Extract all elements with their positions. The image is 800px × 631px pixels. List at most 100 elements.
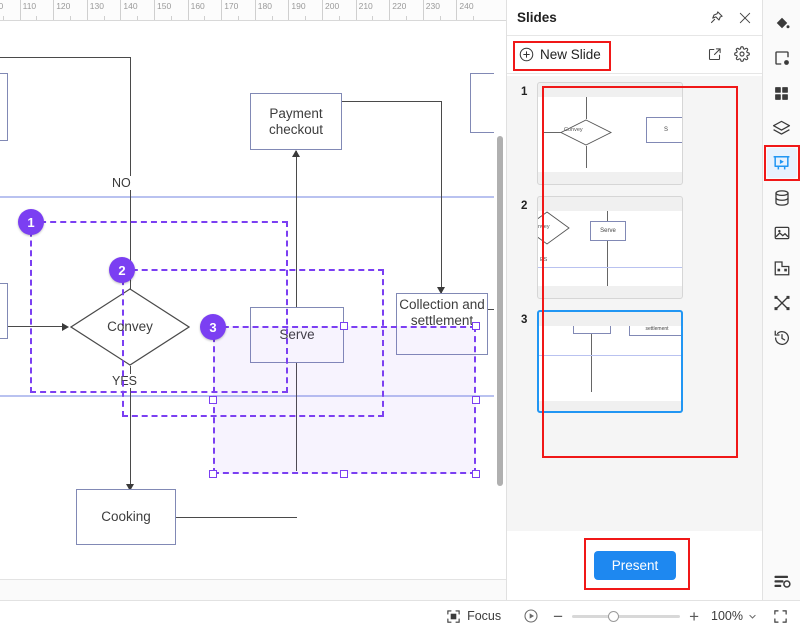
preview-node: S — [646, 117, 682, 143]
scrollbar-thumb[interactable] — [497, 136, 503, 486]
thumbnail-3[interactable]: settlement — [537, 310, 683, 413]
history-icon[interactable] — [767, 323, 797, 353]
selection-handle-n[interactable] — [340, 322, 348, 330]
thumbnail-number: 2 — [521, 200, 528, 212]
preview-node-label: Serve — [600, 228, 616, 234]
zoom-level-dropdown[interactable]: 100% — [711, 609, 757, 623]
zoom-in-button[interactable]: + — [689, 608, 699, 625]
ruler-minor-tick — [238, 16, 239, 20]
edge-label-no: NO — [110, 176, 133, 190]
focus-label: Focus — [467, 609, 502, 623]
ruler-minor-tick — [439, 16, 441, 20]
slide-thumbnail-item[interactable]: 3 settlement — [507, 299, 763, 413]
presentation-icon[interactable] — [763, 145, 800, 181]
ruler-minor-tick — [204, 16, 206, 20]
list-settings-icon[interactable] — [767, 566, 797, 596]
present-button[interactable]: Present — [593, 551, 677, 580]
selection-handle-w[interactable] — [209, 396, 217, 404]
selection-badge-1[interactable]: 1 — [18, 209, 44, 235]
selection-handle-s[interactable] — [340, 470, 348, 478]
ruler-tick: 240 — [456, 0, 474, 20]
ruler-minor-tick — [2, 16, 4, 20]
arrowhead-payment — [292, 150, 300, 157]
ruler-minor-tick — [103, 16, 105, 20]
preview-label: nvey — [538, 224, 550, 230]
ruler-minor-tick — [305, 16, 307, 20]
preview-edge — [607, 211, 608, 221]
slide-thumbnail-item[interactable]: 1 Convey S — [507, 76, 763, 185]
slide-thumbnail-item[interactable]: 2 nvey ES Serve — [507, 185, 763, 299]
ruler-minor-tick — [36, 16, 38, 20]
canvas-vertical-scrollbar[interactable] — [494, 21, 506, 579]
diagram-canvas[interactable]: NO Payment checkout Convey YES Serve Col… — [0, 21, 494, 579]
building-icon[interactable] — [767, 253, 797, 283]
edge-top-horizontal — [0, 57, 131, 58]
slides-panel-header: Slides — [507, 0, 762, 36]
diagram-canvas-area[interactable]: 1001101201301401501601701801902002102202… — [0, 0, 506, 600]
node-partial-left[interactable] — [0, 283, 8, 339]
preview-edge — [586, 146, 587, 168]
pin-icon[interactable] — [709, 10, 724, 25]
app-root: 1001101201301401501601701801902002102202… — [0, 0, 800, 631]
ruler-tick: 130 — [86, 0, 104, 20]
preview-edge — [543, 132, 561, 133]
layers-icon[interactable] — [767, 113, 797, 143]
preview-node-label: settlement — [645, 326, 669, 332]
selection-handle-ne[interactable] — [472, 322, 480, 330]
preview-node: Serve — [590, 221, 626, 241]
preview-guide — [539, 355, 681, 356]
ruler-minor-tick — [338, 16, 340, 20]
close-icon[interactable] — [738, 11, 752, 25]
fill-color-icon[interactable] — [767, 8, 797, 38]
thumbnail-1[interactable]: Convey S — [537, 82, 683, 185]
insert-shape-icon[interactable] — [767, 43, 797, 73]
ruler-minor-tick — [473, 16, 475, 20]
selection-badge-3[interactable]: 3 — [200, 314, 226, 340]
node-label: Convey — [107, 319, 153, 334]
node-cooking[interactable]: Cooking — [76, 489, 176, 545]
plus-circle-icon — [519, 47, 534, 62]
ruler-minor-tick — [170, 16, 172, 20]
horizontal-ruler[interactable]: 1001101201301401501601701801902002102202… — [0, 0, 506, 21]
new-slide-button[interactable]: New Slide — [519, 47, 601, 62]
preview-node — [573, 326, 611, 334]
thumbnail-number: 1 — [521, 86, 528, 98]
ruler-tick: 150 — [154, 0, 171, 20]
play-button[interactable] — [523, 608, 539, 624]
zoom-controls[interactable]: − + — [553, 608, 699, 625]
panel-title: Slides — [517, 10, 557, 25]
node-payment-checkout[interactable]: Payment checkout — [250, 93, 342, 150]
ruler-tick: 160 — [187, 0, 205, 20]
database-icon[interactable] — [767, 183, 797, 213]
node-partial-topright[interactable] — [470, 73, 494, 133]
ruler-tick: 110 — [19, 0, 36, 20]
ruler-tick: 120 — [53, 0, 70, 20]
ruler-tick: 170 — [221, 0, 238, 20]
zoom-out-button[interactable]: − — [553, 608, 563, 625]
zoom-slider[interactable] — [572, 610, 681, 622]
export-icon[interactable] — [707, 47, 722, 62]
guide-line-top — [0, 196, 494, 198]
selection-handle-e[interactable] — [472, 396, 480, 404]
edge-payment-to-collection-v — [441, 101, 442, 293]
image-icon[interactable] — [767, 218, 797, 248]
components-icon[interactable] — [767, 78, 797, 108]
slide-thumbnails-list[interactable]: 1 Convey S 2 nvey ES Serve 3 settlement — [507, 76, 763, 531]
shuffle-icon[interactable] — [767, 288, 797, 318]
new-slide-label: New Slide — [540, 47, 601, 62]
selection-handle-se[interactable] — [472, 470, 480, 478]
ruler-minor-tick — [372, 16, 374, 20]
present-zone: Present — [507, 531, 763, 600]
right-toolbar — [762, 0, 800, 600]
fullscreen-icon — [773, 609, 788, 624]
focus-button[interactable]: Focus — [446, 609, 501, 624]
fullscreen-button[interactable] — [773, 609, 788, 624]
zoom-slider-knob[interactable] — [608, 610, 620, 622]
thumbnail-2[interactable]: nvey ES Serve — [537, 196, 683, 299]
selection-handle-sw[interactable] — [209, 470, 217, 478]
node-partial-topleft[interactable] — [0, 73, 8, 141]
ruler-minor-tick — [137, 16, 139, 20]
gear-icon[interactable] — [734, 46, 750, 62]
selection-badge-2[interactable]: 2 — [109, 257, 135, 283]
selection-frame-3[interactable] — [213, 326, 476, 474]
